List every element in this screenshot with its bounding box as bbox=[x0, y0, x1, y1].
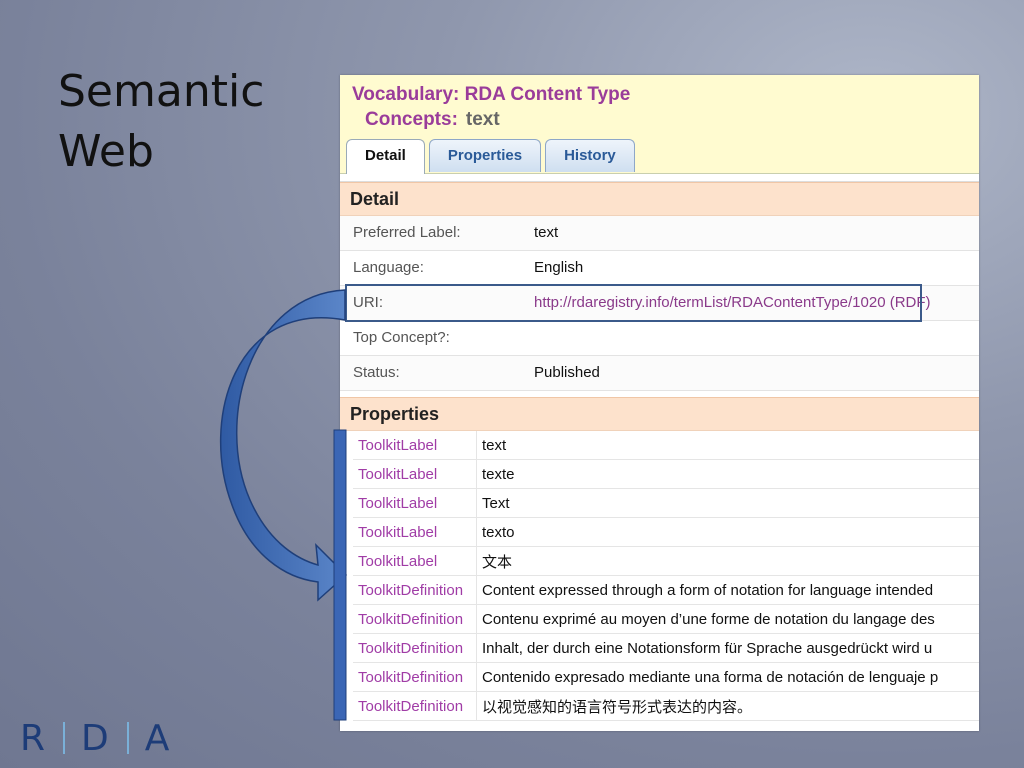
tab-bar: Detail Properties History bbox=[346, 139, 635, 174]
property-name-link[interactable]: ToolkitLabel bbox=[353, 517, 477, 547]
logo-divider bbox=[63, 722, 66, 754]
concepts-value: text bbox=[465, 109, 500, 130]
property-value: 以视觉感知的语言符号形式表达的内容。 bbox=[476, 691, 979, 721]
detail-label: Top Concept?: bbox=[353, 329, 450, 346]
property-name-link[interactable]: ToolkitLabel bbox=[353, 459, 477, 489]
detail-value: http://rdaregistry.info/termList/RDACont… bbox=[534, 286, 931, 320]
property-row: ToolkitDefinition Contenido expresado med… bbox=[353, 662, 979, 692]
property-value: text bbox=[476, 431, 979, 460]
property-name-link[interactable]: ToolkitDefinition bbox=[353, 633, 477, 663]
concepts-label: Concepts: bbox=[365, 109, 458, 130]
property-value: Inhalt, der durch eine Notationsform für… bbox=[476, 633, 979, 663]
property-value: texte bbox=[476, 459, 979, 489]
slide-title-line2: Web bbox=[58, 126, 154, 177]
property-name-link[interactable]: ToolkitLabel bbox=[353, 431, 477, 460]
detail-row-language: Language: English bbox=[340, 251, 979, 286]
vocabulary-title: Vocabulary: RDA Content Type bbox=[352, 84, 631, 105]
property-row: ToolkitLabel 文本 bbox=[353, 546, 979, 576]
property-row: ToolkitDefinition 以视觉感知的语言符号形式表达的内容。 bbox=[353, 691, 979, 721]
property-value: texto bbox=[476, 517, 979, 547]
detail-row-preferred-label: Preferred Label: text bbox=[340, 216, 979, 251]
property-value: 文本 bbox=[476, 546, 979, 576]
detail-row-status: Status: Published bbox=[340, 356, 979, 391]
logo-divider bbox=[126, 722, 129, 754]
detail-section: Detail Preferred Label: text Language: E… bbox=[340, 181, 979, 391]
logo-letter: R bbox=[20, 717, 48, 759]
property-row: ToolkitDefinition Contenu exprimé au moye… bbox=[353, 604, 979, 634]
property-value: Text bbox=[476, 488, 979, 518]
property-row: ToolkitLabel texte bbox=[353, 459, 979, 489]
property-name-link[interactable]: ToolkitDefinition bbox=[353, 575, 477, 605]
detail-row-top-concept: Top Concept?: bbox=[340, 321, 979, 356]
detail-value: English bbox=[534, 259, 584, 276]
property-name-link[interactable]: ToolkitLabel bbox=[353, 488, 477, 518]
detail-heading: Detail bbox=[340, 182, 979, 216]
detail-row-uri: URI: http://rdaregistry.info/termList/RD… bbox=[340, 284, 979, 322]
detail-value: text bbox=[534, 224, 559, 241]
property-name-link[interactable]: ToolkitDefinition bbox=[353, 604, 477, 634]
registry-screenshot: Vocabulary: RDA Content Type Concepts: te… bbox=[340, 75, 979, 731]
property-name-link[interactable]: ToolkitDefinition bbox=[353, 691, 477, 721]
detail-label: URI: bbox=[353, 294, 383, 311]
detail-rows: Preferred Label: text Language: English … bbox=[340, 216, 979, 391]
property-row: ToolkitLabel Text bbox=[353, 488, 979, 518]
uri-link[interactable]: http://rdaregistry.info/termList/RDACont… bbox=[534, 294, 886, 311]
rda-logo: R D A bbox=[20, 717, 172, 759]
tab-properties[interactable]: Properties bbox=[428, 139, 542, 172]
detail-label: Language: bbox=[353, 259, 424, 276]
properties-table: ToolkitLabel text ToolkitLabel texte Toolkit… bbox=[353, 431, 979, 721]
tab-detail[interactable]: Detail bbox=[346, 139, 425, 174]
property-row: ToolkitDefinition Content expressed throu… bbox=[353, 575, 979, 605]
property-value: Contenido expresado mediante una forma d… bbox=[476, 662, 979, 692]
property-row: ToolkitDefinition Inhalt, der durch eine … bbox=[353, 633, 979, 663]
logo-letter: A bbox=[144, 717, 172, 759]
slide-title-line1: Semantic bbox=[58, 66, 265, 117]
tab-history[interactable]: History bbox=[545, 139, 635, 172]
detail-label: Preferred Label: bbox=[353, 224, 461, 241]
property-row: ToolkitLabel texto bbox=[353, 517, 979, 547]
rdf-link[interactable]: (RDF) bbox=[890, 294, 931, 311]
property-value: Content expressed through a form of nota… bbox=[476, 575, 979, 605]
detail-label: Status: bbox=[353, 364, 400, 381]
properties-heading: Properties bbox=[340, 397, 979, 431]
property-name-link[interactable]: ToolkitDefinition bbox=[353, 662, 477, 692]
property-row: ToolkitLabel text bbox=[353, 431, 979, 460]
slide-title: Semantic Web bbox=[58, 62, 318, 182]
concepts-title: Concepts: text bbox=[365, 109, 500, 131]
property-name-link[interactable]: ToolkitLabel bbox=[353, 546, 477, 576]
property-value: Contenu exprimé au moyen d’une forme de … bbox=[476, 604, 979, 634]
concept-header: Vocabulary: RDA Content Type Concepts: te… bbox=[340, 75, 979, 174]
detail-value: Published bbox=[534, 364, 600, 381]
properties-section: Properties ToolkitLabel text ToolkitLabel t… bbox=[340, 397, 979, 721]
logo-letter: D bbox=[81, 717, 111, 759]
